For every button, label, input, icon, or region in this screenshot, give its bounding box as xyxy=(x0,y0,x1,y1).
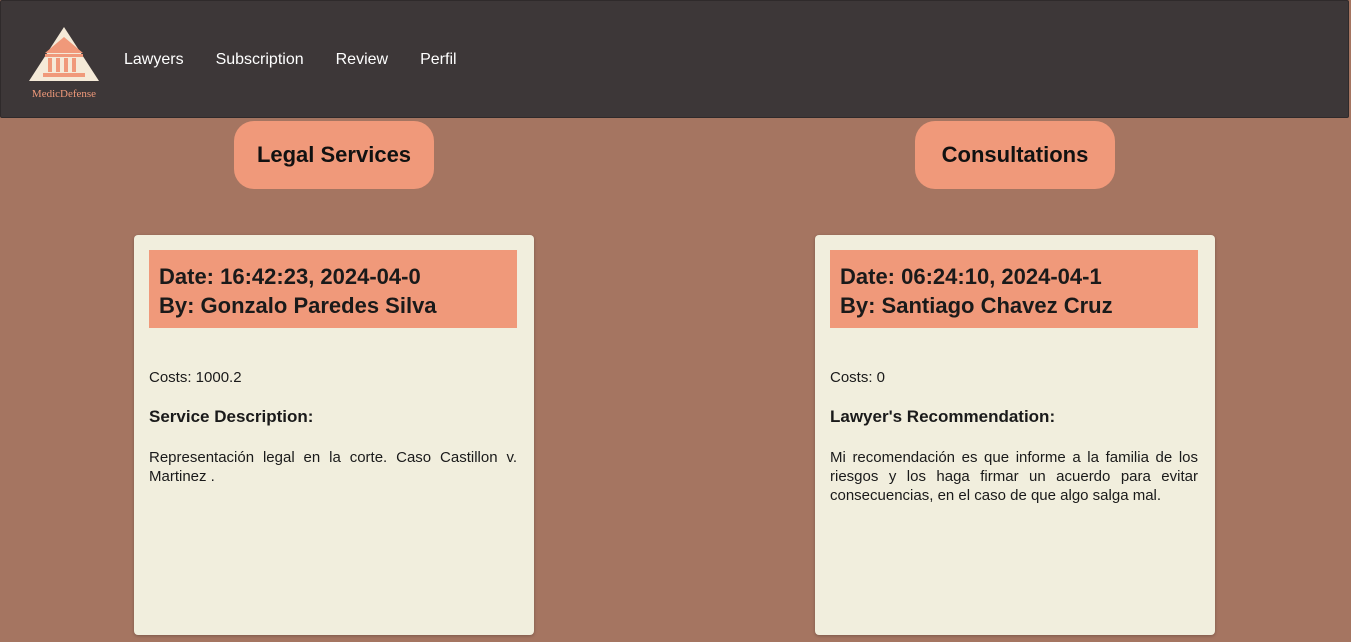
brand-name: MedicDefense xyxy=(31,88,97,100)
card-header: Date: 16:42:23, 2024-04-0 By: Gonzalo Pa… xyxy=(149,250,517,328)
consultations-heading: Consultations xyxy=(915,121,1115,189)
main-nav: Lawyers Subscription Review Perfil xyxy=(124,51,489,69)
nav-item-perfil[interactable]: Perfil xyxy=(420,51,456,69)
card-author: By: Gonzalo Paredes Silva xyxy=(159,293,437,318)
card-section-title: Lawyer's Recommendation: xyxy=(830,407,1056,426)
card-costs: Costs: 0 xyxy=(830,369,886,386)
card-date: Date: 16:42:23, 2024-04-0 xyxy=(159,264,421,289)
consultation-card: Date: 06:24:10, 2024-04-1 By: Santiago C… xyxy=(815,235,1215,635)
legal-services-heading: Legal Services xyxy=(234,121,434,189)
card-description: Representación legal en la corte. Caso C… xyxy=(149,449,517,485)
nav-item-subscription[interactable]: Subscription xyxy=(216,51,304,69)
card-date: Date: 06:24:10, 2024-04-1 xyxy=(840,264,1102,289)
top-navbar: MedicDefense Lawyers Subscription Review… xyxy=(0,0,1349,118)
card-description: Mi recomendación es que informe a la fam… xyxy=(830,449,1198,504)
nav-item-review[interactable]: Review xyxy=(336,51,388,69)
card-header: Date: 06:24:10, 2024-04-1 By: Santiago C… xyxy=(830,250,1198,328)
card-costs: Costs: 1000.2 xyxy=(149,369,242,386)
legal-service-card: Date: 16:42:23, 2024-04-0 By: Gonzalo Pa… xyxy=(134,235,534,635)
card-section-title: Service Description: xyxy=(149,407,314,426)
card-author: By: Santiago Chavez Cruz xyxy=(840,293,1113,318)
nav-item-lawyers[interactable]: Lawyers xyxy=(124,51,184,69)
